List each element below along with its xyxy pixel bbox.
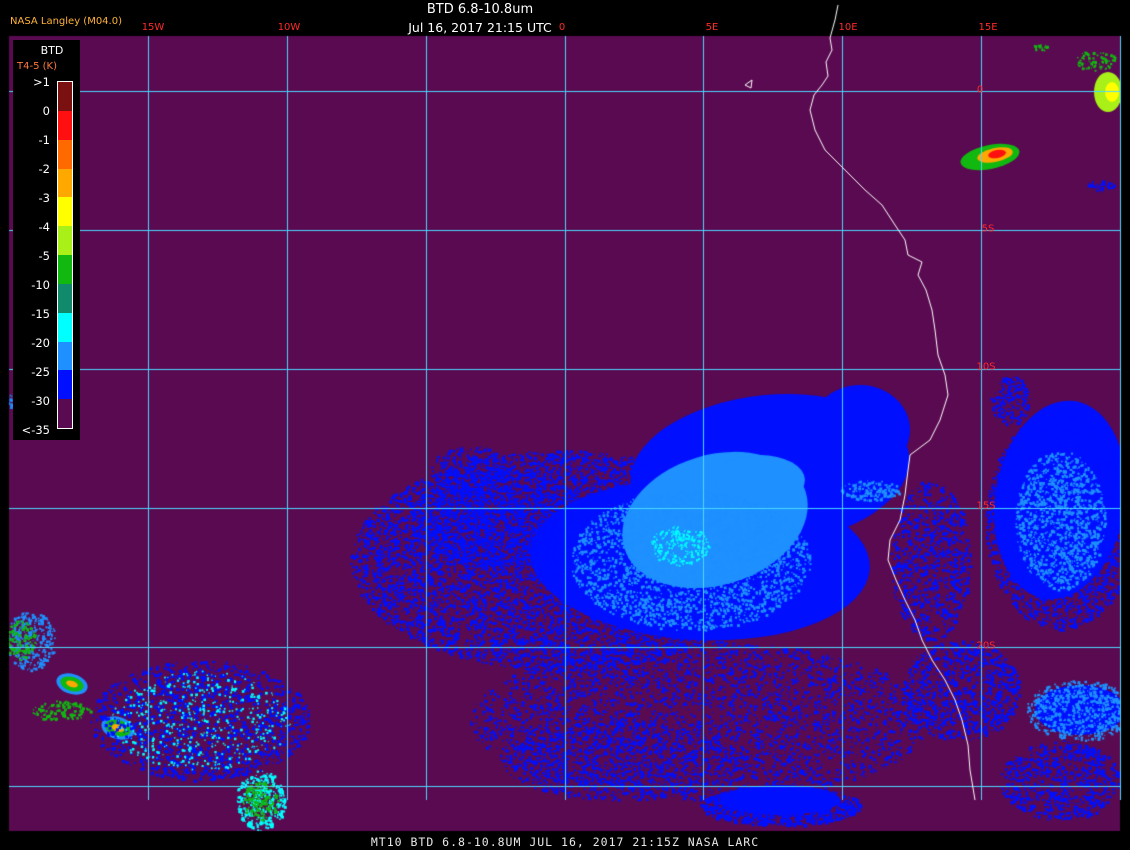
map-subtitle: Jul 16, 2017 21:15 UTC <box>408 20 552 35</box>
legend-title: BTD <box>40 44 64 57</box>
legend-tick-label: <-35 <box>21 423 50 437</box>
lat-label-5s: 5S <box>981 223 995 235</box>
legend-tick-label: -10 <box>31 278 50 292</box>
legend-tick-label: -5 <box>38 249 50 263</box>
legend-tick-label: 0 <box>42 104 50 118</box>
lat-label-0: 0 <box>976 84 984 96</box>
legend-swatch <box>58 197 72 227</box>
legend-tick-label: -20 <box>31 336 50 350</box>
legend-swatch <box>58 399 72 429</box>
legend-tick-label: -25 <box>31 365 50 379</box>
legend-tick-label: -2 <box>38 162 50 176</box>
legend-swatch <box>58 168 72 198</box>
legend-tick-label: -3 <box>38 191 50 205</box>
legend-tick-label: -30 <box>31 394 50 408</box>
map-title: BTD 6.8-10.8um <box>426 2 534 17</box>
lon-label-10w: 10W <box>277 22 301 33</box>
satellite-map <box>0 0 1130 850</box>
legend-tick-label: -15 <box>31 307 50 321</box>
legend-tick-label: -1 <box>38 133 50 147</box>
lat-label-20s: 20S <box>976 640 996 652</box>
legend-swatch <box>58 139 72 169</box>
legend-swatch <box>58 110 72 141</box>
source-label: NASA Langley (M04.0) <box>10 16 122 27</box>
lat-label-15s: 15S <box>976 500 996 512</box>
legend-swatch <box>58 341 72 371</box>
legend-tick-label: >1 <box>33 75 50 89</box>
lon-label-5e: 5E <box>705 22 719 33</box>
legend-tick-label: -4 <box>38 220 50 234</box>
lon-label-15w: 15W <box>141 22 165 33</box>
legend-swatch <box>58 370 72 400</box>
lon-label-15e: 15E <box>978 22 998 33</box>
lon-label-0: 0 <box>558 22 566 33</box>
footer-caption: MT10 BTD 6.8-10.8UM JUL 16, 2017 21:15Z … <box>370 835 760 849</box>
legend-swatch <box>58 82 72 112</box>
lon-label-10e: 10E <box>838 22 858 33</box>
legend-color-bar <box>57 81 73 429</box>
legend-swatch <box>58 226 72 256</box>
legend-swatch <box>58 312 72 342</box>
legend-swatch <box>58 283 72 314</box>
legend-units: T4-5 (K) <box>17 61 57 72</box>
legend-swatch <box>58 255 72 285</box>
lat-label-10s: 10S <box>976 361 996 373</box>
